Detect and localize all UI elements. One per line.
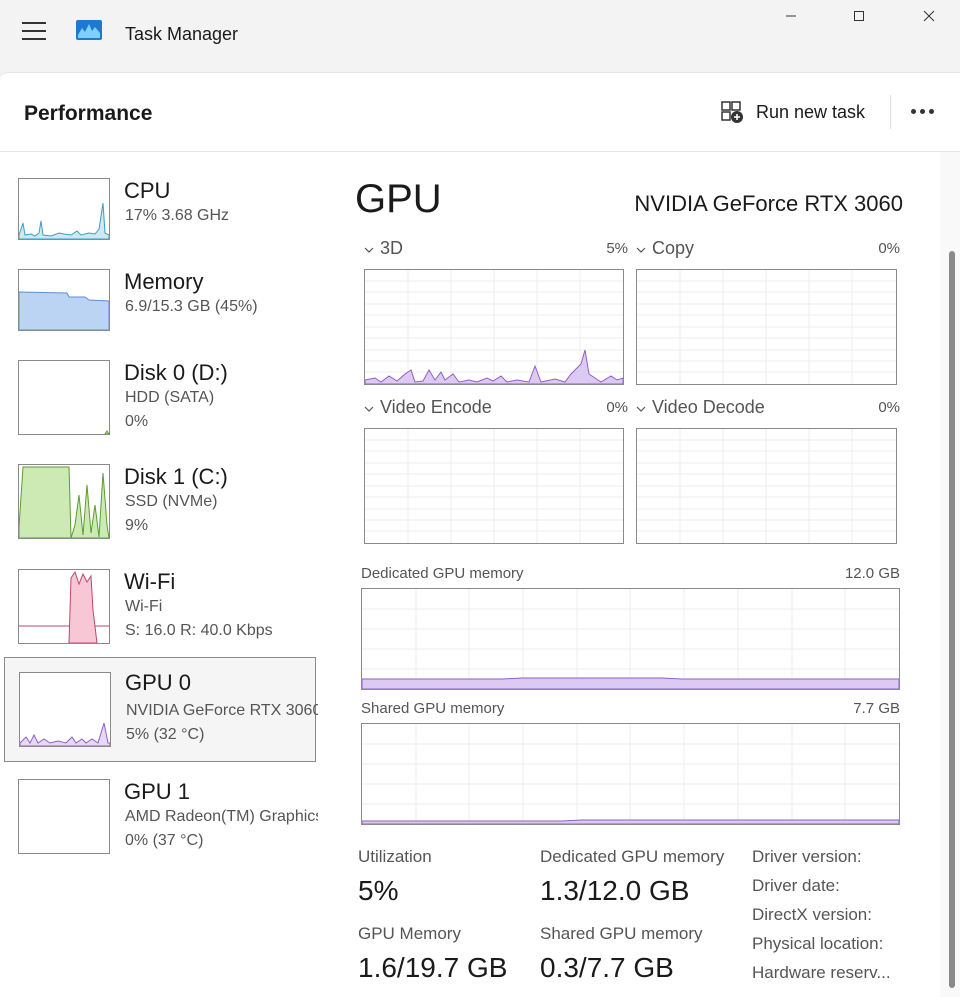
close-button[interactable] [906, 6, 952, 26]
dedicated-memory-graph [361, 588, 900, 690]
sidebar-item-detail: 17% 3.68 GHz [125, 207, 230, 224]
sidebar-item-title: Memory [124, 269, 204, 294]
disk-0-thumbnail-graph [18, 360, 110, 435]
chevron-down-icon [636, 397, 646, 418]
dedicated-memory-stat-value: 1.3/12.0 GB [540, 875, 690, 906]
chevron-down-icon [636, 238, 646, 259]
engine-label: 3D [380, 238, 404, 258]
sidebar-item-title: Disk 1 (C:) [124, 464, 228, 489]
engine-copy-graph [636, 269, 897, 385]
engine-percent: 0% [878, 240, 900, 257]
sidebar-item-title: Disk 0 (D:) [124, 360, 228, 385]
sidebar-item-detail: HDD (SATA) [125, 389, 215, 406]
cpu-thumbnail-graph [18, 178, 110, 240]
sidebar-item-usage: 5% (32 °C) [126, 726, 205, 743]
page-title: Performance [24, 102, 153, 125]
dedicated-memory-stat-label: Dedicated GPU memory [540, 847, 725, 866]
driver-version-label: Driver version: [752, 847, 862, 866]
sidebar-item-usage: 9% [125, 517, 149, 534]
engine-selector-copy[interactable]: Copy [636, 238, 694, 259]
run-new-task-label: Run new task [756, 101, 866, 122]
window-title: Task Manager [125, 24, 239, 44]
gpu-memory-value: 1.6/19.7 GB [358, 952, 508, 983]
sidebar-item-gpu-1[interactable]: GPU 1 AMD Radeon(TM) Graphics 0% (37 °C) [4, 773, 318, 875]
engine-label: Video Decode [652, 397, 765, 417]
gpu-memory-label: GPU Memory [358, 924, 461, 943]
sidebar-item-detail: NVIDIA GeForce RTX 3060 [126, 702, 318, 719]
sidebar-item-detail: 6.9/15.3 GB (45%) [125, 298, 258, 315]
gpu-0-thumbnail-graph [19, 672, 111, 747]
wifi-thumbnail-graph [18, 569, 110, 644]
dedicated-memory-max: 12.0 GB [844, 565, 900, 582]
gpu-1-thumbnail-graph [18, 779, 110, 854]
task-manager-app-icon [76, 20, 102, 40]
utilization-value: 5% [358, 875, 399, 906]
shared-memory-stat-value: 0.3/7.7 GB [540, 952, 674, 983]
sidebar-item-title: GPU 0 [125, 670, 192, 695]
driver-date-label: Driver date: [752, 876, 840, 895]
sidebar-item-disk-0[interactable]: Disk 0 (D:) HDD (SATA) 0% [4, 354, 316, 456]
sidebar-item-usage: 0% [125, 413, 149, 430]
sidebar-item-title: GPU 1 [124, 779, 191, 804]
more-options-icon[interactable] [911, 109, 939, 115]
sidebar-item-cpu[interactable]: CPU 17% 3.68 GHz [4, 172, 316, 274]
directx-version-label: DirectX version: [752, 905, 872, 924]
gpu-heading: GPU [355, 177, 442, 221]
hardware-reserved-label: Hardware reserv... [752, 963, 891, 982]
sidebar-item-detail: SSD (NVMe) [125, 493, 218, 510]
engine-3d-graph [364, 269, 624, 385]
gpu-details-panel: GPU NVIDIA GeForce RTX 3060 3D 5% Copy 0… [330, 152, 940, 997]
sidebar-item-memory[interactable]: Memory 6.9/15.3 GB (45%) [4, 263, 316, 365]
engine-percent: 5% [606, 240, 628, 257]
engine-percent: 0% [878, 399, 900, 416]
shared-memory-graph [361, 723, 900, 825]
maximize-icon [854, 11, 864, 21]
sidebar-item-title: Wi-Fi [124, 569, 176, 594]
sidebar-item-title: CPU [124, 178, 171, 203]
memory-thumbnail-graph [18, 269, 110, 331]
run-new-task-button[interactable]: Run new task [720, 97, 865, 127]
shared-memory-label: Shared GPU memory [361, 700, 505, 717]
shared-memory-stat-label: Shared GPU memory [540, 924, 703, 943]
engine-label: Copy [652, 238, 695, 258]
engine-percent: 0% [606, 399, 628, 416]
utilization-label: Utilization [358, 847, 432, 866]
sidebar-item-wifi[interactable]: Wi-Fi Wi-Fi S: 16.0 R: 40.0 Kbps [4, 563, 316, 665]
dedicated-memory-label: Dedicated GPU memory [361, 565, 524, 582]
physical-location-label: Physical location: [752, 934, 884, 953]
main-panel: Performance Run new task CPU 17% 3.68 GH… [0, 72, 960, 997]
sidebar-item-throughput: S: 16.0 R: 40.0 Kbps [125, 622, 273, 639]
hamburger-menu-icon[interactable] [22, 22, 46, 40]
disk-1-thumbnail-graph [18, 464, 110, 539]
maximize-button[interactable] [836, 6, 882, 26]
engine-video-decode-graph [636, 428, 897, 544]
engine-selector-3d[interactable]: 3D [364, 238, 403, 259]
chevron-down-icon [364, 397, 374, 418]
sidebar-item-detail: Wi-Fi [125, 598, 163, 615]
page-header: Performance Run new task [0, 73, 960, 152]
title-bar: Task Manager [0, 0, 960, 72]
header-divider [890, 95, 891, 129]
sidebar-item-usage: 0% (37 °C) [125, 832, 204, 849]
performance-sidebar: CPU 17% 3.68 GHz Memory 6.9/15.3 GB (45%… [0, 152, 318, 997]
run-new-task-icon [721, 101, 743, 123]
minimize-button[interactable] [768, 6, 814, 26]
engine-selector-video-decode[interactable]: Video Decode [636, 397, 765, 418]
shared-memory-max: 7.7 GB [853, 700, 900, 717]
engine-video-encode-graph [364, 428, 624, 544]
engine-selector-video-encode[interactable]: Video Encode [364, 397, 492, 418]
engine-label: Video Encode [380, 397, 492, 417]
gpu-model-name: NVIDIA GeForce RTX 3060 [634, 191, 903, 216]
close-icon [923, 10, 935, 22]
chevron-down-icon [364, 238, 374, 259]
sidebar-item-detail: AMD Radeon(TM) Graphics [125, 808, 318, 825]
sidebar-item-gpu-0[interactable]: GPU 0 NVIDIA GeForce RTX 3060 5% (32 °C) [4, 657, 318, 762]
scrollbar-thumb[interactable] [949, 251, 955, 988]
sidebar-item-disk-1[interactable]: Disk 1 (C:) SSD (NVMe) 9% [4, 458, 316, 560]
minimize-icon [786, 15, 796, 17]
